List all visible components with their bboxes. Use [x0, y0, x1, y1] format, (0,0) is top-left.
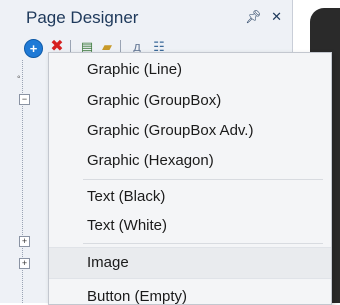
tree-collapse-toggle[interactable]: −	[19, 94, 30, 105]
menu-item-label: Text (White)	[87, 217, 168, 234]
tree-expand-toggle[interactable]: +	[19, 236, 30, 247]
menu-item-graphic-hexagon[interactable]: Graphic (Hexagon)	[49, 146, 331, 176]
menu-item-graphic-line[interactable]: Graphic (Line)	[49, 55, 331, 85]
menu-item-label: Text (Black)	[87, 188, 166, 205]
menu-item-label: Graphic (Line)	[87, 61, 183, 78]
menu-item-text-black[interactable]: Text (Black)	[49, 182, 331, 212]
menu-item-label: Button (Empty)	[87, 288, 188, 305]
pane-title-buttons: 📌︎ ✕	[239, 9, 282, 25]
menu-item-label: Image	[87, 254, 129, 271]
menu-item-label: Graphic (Hexagon)	[87, 152, 214, 169]
tree-node-dot: ◦	[17, 72, 21, 83]
tree-expand-toggle[interactable]: +	[19, 258, 30, 269]
menu-item-image[interactable]: Image	[49, 247, 331, 279]
menu-item-graphic-groupbox[interactable]: Graphic (GroupBox)	[49, 86, 331, 116]
menu-item-label: Graphic (GroupBox Adv.)	[87, 122, 254, 139]
menu-separator	[83, 243, 323, 244]
menu-separator	[83, 179, 323, 180]
context-menu: Graphic (Line) Graphic (GroupBox) Graphi…	[48, 52, 332, 305]
pin-icon[interactable]: 📌︎	[245, 9, 262, 24]
pane-title: Page Designer	[26, 8, 139, 27]
add-icon[interactable]: +	[24, 39, 43, 58]
menu-item-graphic-groupbox-adv[interactable]: Graphic (GroupBox Adv.)	[49, 116, 331, 146]
close-icon[interactable]: ✕	[271, 9, 282, 24]
menu-item-label: Graphic (GroupBox)	[87, 92, 222, 109]
pane-title-bar: Page Designer 📌︎ ✕	[0, 0, 292, 36]
menu-item-text-white[interactable]: Text (White)	[49, 211, 331, 241]
menu-item-button-empty[interactable]: Button (Empty)	[49, 282, 331, 305]
